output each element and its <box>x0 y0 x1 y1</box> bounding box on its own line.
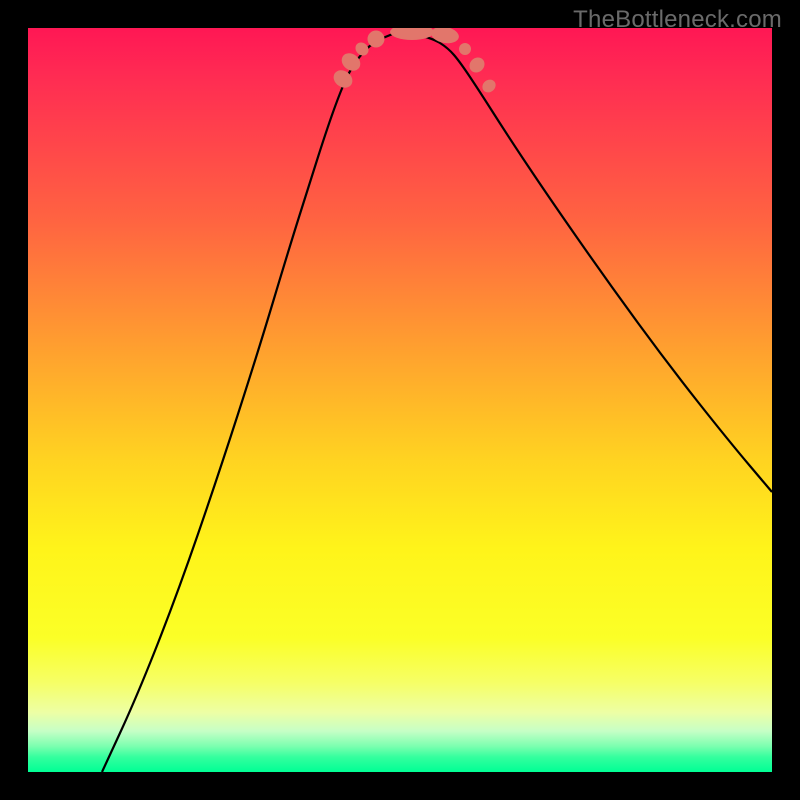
beads-group <box>330 28 498 95</box>
bead-4 <box>390 28 434 40</box>
bead-5 <box>430 28 460 45</box>
bead-6 <box>459 43 471 55</box>
bead-3 <box>368 31 385 48</box>
plot-area <box>28 28 772 772</box>
bead-8 <box>480 77 498 95</box>
chart-frame: TheBottleneck.com <box>0 0 800 800</box>
watermark-text: TheBottleneck.com <box>573 6 782 34</box>
bead-7 <box>466 54 487 75</box>
beads-svg <box>28 28 772 772</box>
